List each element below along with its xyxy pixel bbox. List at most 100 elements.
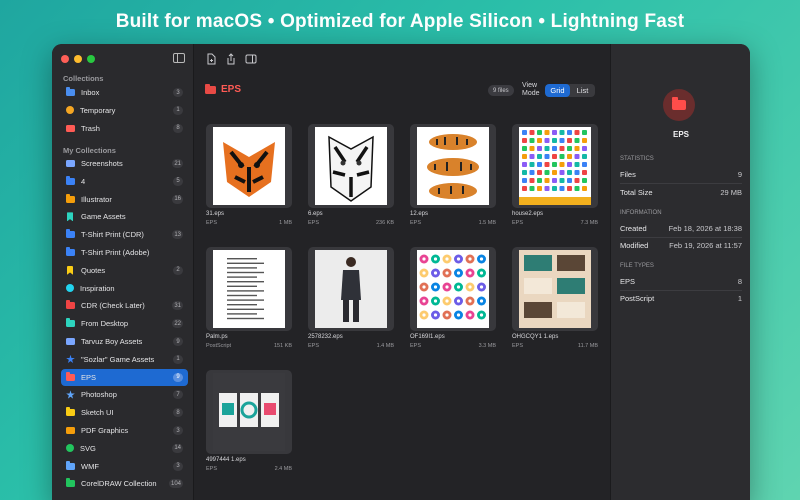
- stat-files-label: Files: [620, 170, 636, 179]
- sidebar-item-inbox[interactable]: Inbox 3: [61, 84, 188, 101]
- sidebar-item-sketch-ui[interactable]: Sketch UI 8: [61, 404, 188, 421]
- folder-icon: [205, 84, 216, 94]
- minimize-window-button[interactable]: [74, 55, 82, 63]
- file-thumbnail[interactable]: [206, 124, 292, 208]
- file-thumbnail[interactable]: [410, 124, 496, 208]
- file-name: 4997444 1.eps: [206, 457, 246, 463]
- sidebar-item-label: PDF Graphics: [81, 426, 129, 435]
- sidebar-item-eps[interactable]: EPS 9: [61, 368, 188, 386]
- sidebar-item-screenshots[interactable]: Screenshots 21: [61, 155, 188, 172]
- share-icon[interactable]: [224, 52, 237, 65]
- sidebar-item-count-badge: 21: [172, 159, 183, 168]
- main-content: EPS 9 files View Mode Grid List 31.eps EP…: [194, 74, 610, 500]
- files-count-badge: 9 files: [488, 85, 514, 96]
- sidebar-item-svg[interactable]: SVG 14: [61, 440, 188, 457]
- sidebar-toggle-icon[interactable]: [173, 53, 185, 63]
- file-card[interactable]: 31.eps EPS 1 MB: [206, 124, 292, 226]
- inspector-toggle-icon[interactable]: [244, 52, 257, 65]
- file-type: EPS: [206, 220, 218, 226]
- file-card[interactable]: OF169I1.eps EPS 3.3 MB: [410, 247, 496, 349]
- file-type: EPS: [512, 343, 524, 349]
- paperclip-icon: [66, 160, 75, 167]
- file-card[interactable]: 6.eps EPS 236 KB: [308, 124, 394, 226]
- sidebar-item-label: CorelDRAW Collection: [81, 479, 157, 489]
- sidebar-item-label: Illustrator: [81, 194, 112, 204]
- file-type-row: PostScript 1: [620, 294, 742, 303]
- thumbnail-image: [315, 127, 387, 205]
- stat-files-value: 9: [737, 170, 742, 179]
- sidebar-item-count-badge: 3: [173, 88, 183, 97]
- sidebar-item-count-badge: 22: [172, 319, 183, 329]
- folder-icon: [66, 318, 75, 328]
- close-window-button[interactable]: [61, 55, 69, 63]
- sidebar-item-game-assets[interactable]: Game Assets: [61, 208, 188, 225]
- sidebar-item-illustrator[interactable]: Illustrator 16: [61, 191, 188, 208]
- stat-total-size-value: 29 MB: [720, 188, 742, 197]
- file-card[interactable]: 2578232.eps EPS 1.4 MB: [308, 247, 394, 349]
- sidebar-item-t-shirt-print-cdr[interactable]: T-Shirt Print (CDR) 13: [61, 226, 188, 243]
- sidebar-item-photoshop[interactable]: Photoshop 7: [61, 386, 188, 403]
- sidebar-item-t-shirt-print-adobe[interactable]: T-Shirt Print (Adobe): [61, 244, 188, 261]
- file-type: EPS: [410, 343, 422, 349]
- sidebar-item-wmf[interactable]: WMF 3: [61, 458, 188, 475]
- file-name: Palm.ps: [206, 334, 228, 340]
- file-meta: EPS 1 MB: [206, 220, 292, 226]
- trash-icon: [66, 124, 75, 132]
- sidebar-item-temporary[interactable]: Temporary 1: [61, 102, 188, 119]
- sidebar-item-4[interactable]: 45: [61, 173, 188, 190]
- file-thumbnail[interactable]: [308, 247, 394, 331]
- sidebar-item-label: Tarvuz Boy Assets: [81, 337, 143, 346]
- thumbnail-image: [213, 250, 285, 328]
- sidebar-item-cdr-check-later[interactable]: CDR (Check Later) 31: [61, 297, 188, 314]
- sidebar-item-count-badge: 3: [173, 426, 183, 435]
- sidebar-item-from-desktop[interactable]: From Desktop 22: [61, 315, 188, 332]
- sidebar-item-trash[interactable]: Trash 8: [61, 120, 188, 137]
- file-size: 1.4 MB: [376, 343, 394, 349]
- folder-icon: [66, 407, 75, 417]
- sidebar-item-count-badge: 7: [173, 390, 183, 400]
- divider: [620, 237, 742, 238]
- file-card[interactable]: Palm.ps PostScript 151 KB: [206, 247, 292, 349]
- sidebar-item-label: "Sozlar" Game Assets: [81, 354, 155, 364]
- file-thumbnail[interactable]: [206, 247, 292, 331]
- view-list-button[interactable]: List: [570, 84, 595, 97]
- info-created-value: Feb 18, 2026 at 18:38: [668, 224, 742, 233]
- file-card[interactable]: 12.eps EPS 1.5 MB: [410, 124, 496, 226]
- file-card[interactable]: house2.eps EPS 7.3 MB: [512, 124, 598, 226]
- new-file-icon[interactable]: [204, 52, 217, 65]
- file-thumbnail[interactable]: [512, 247, 598, 331]
- sidebar-item-tarvuz-boy-assets[interactable]: Tarvuz Boy Assets 9: [61, 333, 188, 350]
- collection-title: EPS: [221, 84, 242, 95]
- file-name: 31.eps: [206, 211, 225, 217]
- bookmark-icon: [67, 212, 73, 222]
- thumbnail-image: [213, 373, 285, 451]
- view-grid-button[interactable]: Grid: [545, 84, 570, 97]
- info-created-label: Created: [620, 224, 647, 233]
- file-type: EPS: [206, 466, 218, 472]
- file-type-label: PostScript: [620, 294, 655, 303]
- file-card[interactable]: OHGCQY1 1.eps EPS 11.7 MB: [512, 247, 598, 349]
- zoom-window-button[interactable]: [87, 55, 95, 63]
- sidebar-item-label: Game Assets: [81, 212, 126, 222]
- heart-icon: [66, 444, 74, 453]
- paperclip-icon: [66, 338, 75, 345]
- file-card[interactable]: 4997444 1.eps EPS 2.4 MB: [206, 370, 292, 472]
- file-size: 11.7 MB: [577, 343, 598, 349]
- thumbnail-image: [213, 127, 285, 205]
- file-thumbnail[interactable]: [308, 124, 394, 208]
- file-type: EPS: [410, 220, 422, 226]
- sidebar-item-label: CDR (Check Later): [81, 301, 145, 311]
- sidebar-item-coreldraw-collection[interactable]: CorelDRAW Collection 104: [61, 475, 188, 492]
- sidebar-item-count-badge: 3: [173, 461, 183, 471]
- sidebar-item-quotes[interactable]: Quotes 2: [61, 262, 188, 279]
- sidebar-item-pdf-graphics[interactable]: PDF Graphics 3: [61, 422, 188, 439]
- file-thumbnail[interactable]: [206, 370, 292, 454]
- file-thumbnail[interactable]: [512, 124, 598, 208]
- sidebar-item-count-badge: 104: [168, 479, 183, 489]
- file-thumbnail[interactable]: [410, 247, 496, 331]
- thumbnail-image: [519, 127, 591, 205]
- sidebar-item-inspiration[interactable]: Inspiration: [61, 280, 188, 297]
- file-meta: EPS 3.3 MB: [410, 343, 496, 349]
- sidebar-item-sozlar-game-assets[interactable]: "Sozlar" Game Assets 1: [61, 351, 188, 368]
- file-size: 7.3 MB: [580, 220, 598, 226]
